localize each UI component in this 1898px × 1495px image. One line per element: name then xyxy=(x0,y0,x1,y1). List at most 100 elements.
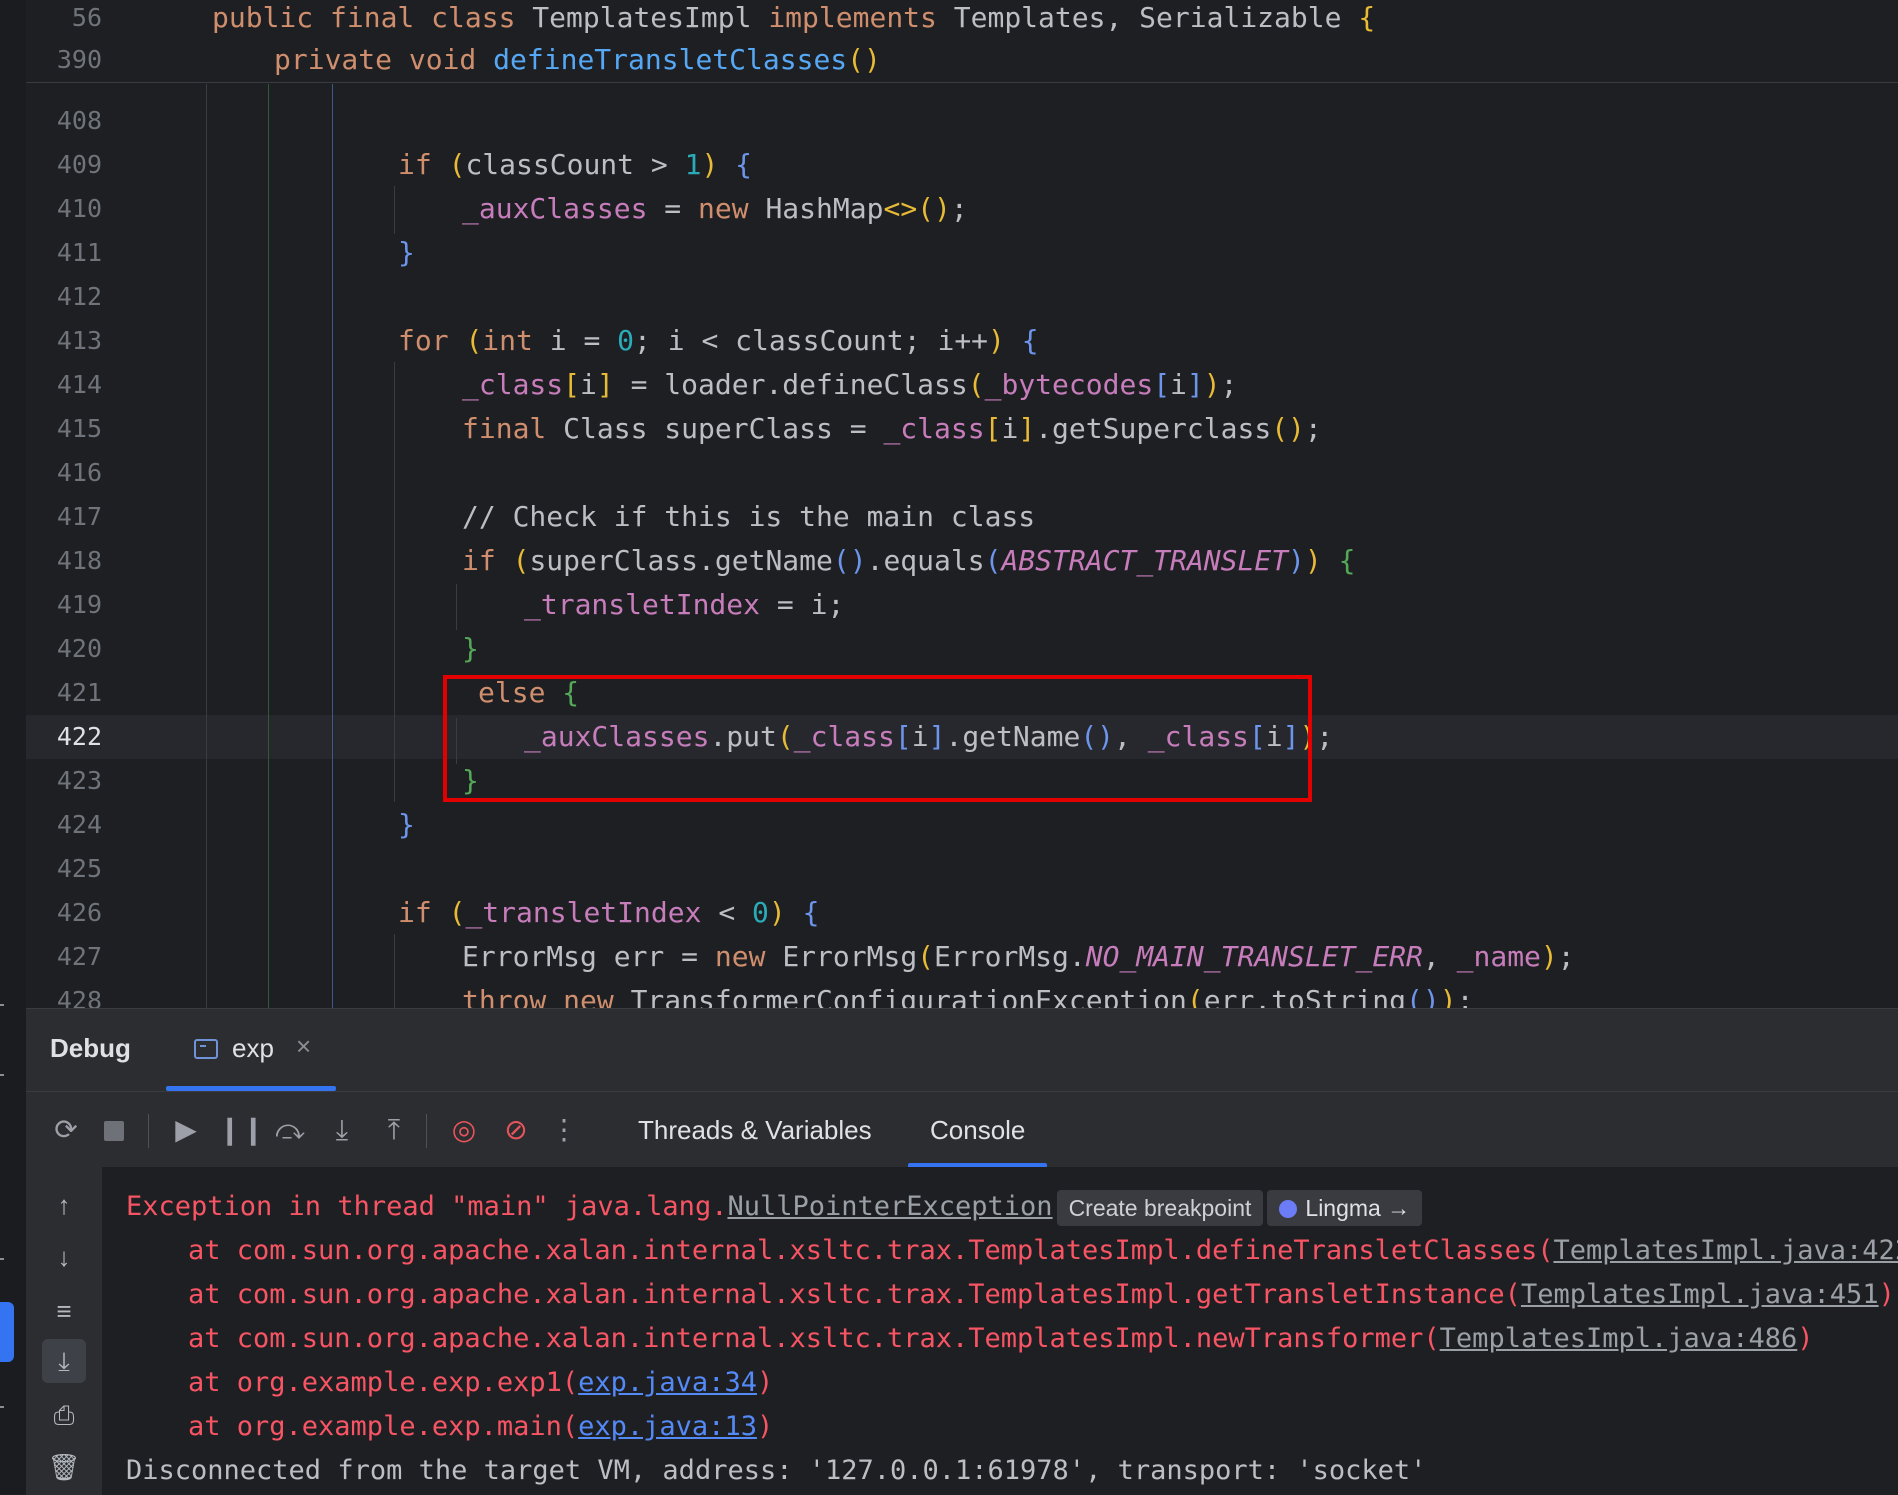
lingma-button[interactable]: Lingma → xyxy=(1267,1189,1423,1226)
toolbar-separator xyxy=(426,1114,427,1148)
code-line[interactable]: 415 final Class superClass = _class[i].g… xyxy=(26,407,1898,451)
tab-console[interactable]: Console xyxy=(907,1106,1048,1168)
pause-icon[interactable]: ❙❙ xyxy=(218,1110,265,1150)
code-line[interactable]: 416 xyxy=(26,451,1898,495)
strip-tick xyxy=(0,1074,4,1076)
code-line[interactable]: 414 _class[i] = loader.defineClass(_byte… xyxy=(26,363,1898,407)
more-icon[interactable]: ⋮ xyxy=(544,1110,584,1150)
stack-frame-link[interactable]: TemplatesImpl.java:422 xyxy=(1553,1235,1898,1266)
step-into-icon[interactable]: ⤓ xyxy=(322,1110,362,1150)
resume-icon[interactable]: ▶ xyxy=(166,1110,206,1150)
code-line[interactable]: 419 _transletIndex = i; xyxy=(26,583,1898,627)
highlight-annotation-box xyxy=(443,675,1312,802)
code-line[interactable]: 408 xyxy=(26,99,1898,143)
scroll-to-end-icon[interactable]: ⤓ xyxy=(42,1339,86,1383)
stack-frame-text: at com.sun.org.apache.xalan.internal.xsl… xyxy=(188,1323,1440,1354)
sticky-code-class-declaration: public final class TemplatesImpl impleme… xyxy=(212,1,1376,34)
stack-frame-text: at com.sun.org.apache.xalan.internal.xsl… xyxy=(188,1235,1554,1266)
debug-tool-window: Debug exp × ⟳ ▶ ❙❙ ⤼ ⤓ ⤒ ◎ ⊘ ⋮ Threads &… xyxy=(26,1008,1898,1495)
line-number: 423 xyxy=(56,766,102,795)
line-number: 415 xyxy=(56,414,102,443)
line-number: 413 xyxy=(56,326,102,355)
stack-frame-text: at com.sun.org.apache.xalan.internal.xsl… xyxy=(188,1279,1521,1310)
line-number: 56 xyxy=(71,3,102,32)
line-number: 390 xyxy=(56,45,102,74)
code-line[interactable]: 426 if (_transletIndex < 0) { xyxy=(26,891,1898,935)
down-arrow-icon[interactable]: ↓ xyxy=(42,1235,86,1279)
up-arrow-icon[interactable]: ↑ xyxy=(42,1183,86,1227)
code-text: if (superClass.getName().equals(ABSTRACT… xyxy=(462,544,1356,577)
sticky-line-method[interactable]: 390 private void defineTransletClasses() xyxy=(26,38,1898,82)
step-over-icon[interactable]: ⤼ xyxy=(270,1110,310,1150)
code-editor[interactable]: 56 public final class TemplatesImpl impl… xyxy=(26,0,1898,1008)
step-out-icon[interactable]: ⤒ xyxy=(374,1110,414,1150)
stack-frame-suffix: ) xyxy=(1878,1279,1895,1310)
stack-frame-link[interactable]: TemplatesImpl.java:451 xyxy=(1521,1279,1879,1310)
line-number: 408 xyxy=(56,106,102,135)
sticky-separator xyxy=(26,82,1898,83)
exception-line: Exception in thread "main" java.lang.Nul… xyxy=(126,1185,1423,1229)
line-number: 427 xyxy=(56,942,102,971)
stop-icon[interactable] xyxy=(94,1110,134,1150)
exception-class-link[interactable]: NullPointerException xyxy=(727,1191,1052,1222)
code-line[interactable]: 428 throw new TransformerConfigurationEx… xyxy=(26,979,1898,1008)
code-text: _class[i] = loader.defineClass(_bytecode… xyxy=(462,368,1238,401)
code-text: if (classCount > 1) { xyxy=(398,148,753,181)
lingma-label: Lingma → xyxy=(1305,1194,1411,1221)
code-line[interactable]: 425 xyxy=(26,847,1898,891)
line-number: 425 xyxy=(56,854,102,883)
line-number: 414 xyxy=(56,370,102,399)
mute-breakpoints-icon[interactable]: ⊘ xyxy=(496,1110,536,1150)
code-line[interactable]: 418 if (superClass.getName().equals(ABST… xyxy=(26,539,1898,583)
line-number: 410 xyxy=(56,194,102,223)
indent-guide xyxy=(394,362,395,802)
code-line[interactable]: 417 // Check if this is the main class xyxy=(26,495,1898,539)
line-number: 416 xyxy=(56,458,102,487)
stack-frame-link[interactable]: exp.java:34 xyxy=(578,1367,757,1398)
trash-icon[interactable]: 🗑 xyxy=(42,1445,86,1489)
stack-frame-link[interactable]: exp.java:13 xyxy=(578,1411,757,1442)
code-text: if (_transletIndex < 0) { xyxy=(398,896,820,929)
code-text: ErrorMsg err = new ErrorMsg(ErrorMsg.NO_… xyxy=(462,940,1575,973)
line-number: 420 xyxy=(56,634,102,663)
lingma-icon xyxy=(1279,1199,1298,1218)
code-line[interactable]: 412 xyxy=(26,275,1898,319)
line-number: 424 xyxy=(56,810,102,839)
stack-frame-link[interactable]: TemplatesImpl.java:486 xyxy=(1440,1323,1798,1354)
stack-frame: at org.example.exp.main(exp.java:13) xyxy=(188,1405,773,1449)
indent-guide xyxy=(394,934,395,1008)
debug-header: Debug exp × xyxy=(26,1009,1898,1091)
code-line[interactable]: 427 ErrorMsg err = new ErrorMsg(ErrorMsg… xyxy=(26,935,1898,979)
tab-exp[interactable]: exp × xyxy=(166,1009,336,1091)
debug-toolbar: ⟳ ▶ ❙❙ ⤼ ⤓ ⤒ ◎ ⊘ ⋮ Threads & Variables C… xyxy=(26,1091,1898,1168)
create-breakpoint-button[interactable]: Create breakpoint xyxy=(1056,1189,1264,1226)
indent-guide xyxy=(456,584,457,630)
code-comment: // Check if this is the main class xyxy=(462,500,1036,533)
rerun-icon[interactable]: ⟳ xyxy=(46,1110,86,1150)
stack-frame: at com.sun.org.apache.xalan.internal.xsl… xyxy=(188,1317,1814,1361)
stack-frame-suffix: ) xyxy=(1797,1323,1814,1354)
view-breakpoints-icon[interactable]: ◎ xyxy=(444,1110,484,1150)
code-line[interactable]: 411 } xyxy=(26,231,1898,275)
tab-threads-variables[interactable]: Threads & Variables xyxy=(638,1106,872,1168)
indent-guide xyxy=(268,84,269,1008)
active-tool-window-marker[interactable] xyxy=(0,1302,14,1362)
code-line[interactable]: 410 _auxClasses = new HashMap<>(); xyxy=(26,187,1898,231)
code-line[interactable]: 409 if (classCount > 1) { xyxy=(26,143,1898,187)
soft-wrap-icon[interactable]: ≡ xyxy=(42,1289,86,1333)
sticky-code-method-declaration: private void defineTransletClasses() xyxy=(274,43,881,76)
code-line[interactable]: 424 } xyxy=(26,803,1898,847)
print-icon[interactable]: ⎙ xyxy=(42,1393,86,1437)
code-text: } xyxy=(462,632,479,665)
code-text: final Class superClass = _class[i].getSu… xyxy=(462,412,1322,445)
line-number: 409 xyxy=(56,150,102,179)
code-line[interactable]: 413 for (int i = 0; i < classCount; i++)… xyxy=(26,319,1898,363)
stack-frame-suffix: ) xyxy=(756,1367,774,1398)
close-icon[interactable]: × xyxy=(296,1031,311,1062)
code-text: _auxClasses = new HashMap<>(); xyxy=(462,192,968,225)
stack-frame-text: at org.example.exp.main( xyxy=(188,1411,579,1442)
stack-frame: at org.example.exp.exp1(exp.java:34) xyxy=(188,1361,773,1405)
console-output[interactable]: Exception in thread "main" java.lang.Nul… xyxy=(102,1167,1898,1495)
line-number: 412 xyxy=(56,282,102,311)
code-line[interactable]: 420 } xyxy=(26,627,1898,671)
